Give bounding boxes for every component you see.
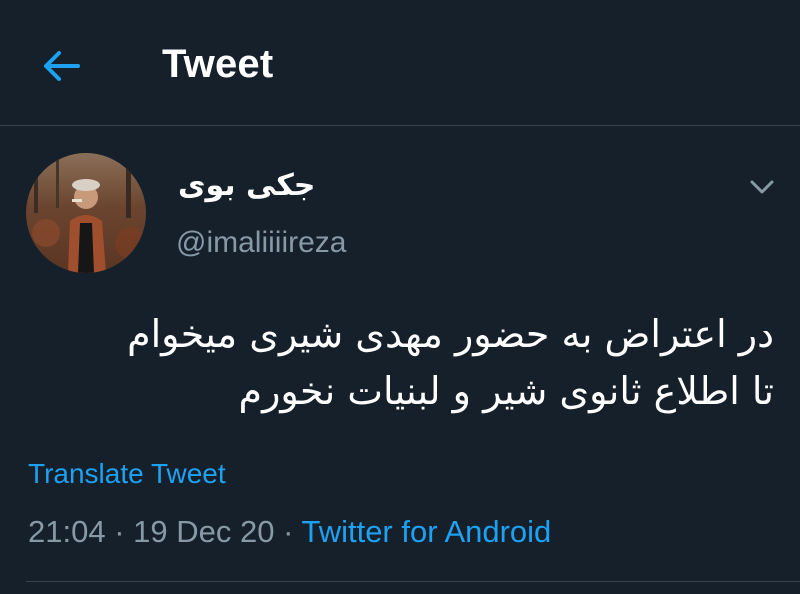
- meta-separator: ·: [105, 514, 134, 549]
- author-display-name[interactable]: جکی بوی: [178, 168, 315, 203]
- tweet-text-line: تا اطلاع ثانوی شیر و لبنیات نخورم: [238, 369, 774, 413]
- avatar-photo: [26, 153, 146, 273]
- page-title: Tweet: [162, 42, 274, 86]
- tweet-metadata: 21:04 · 19 Dec 20 · Twitter for Android: [28, 514, 551, 550]
- tweet-detail-screen: Tweet جکی بوی @imaliiiireza در اعتراض به…: [0, 0, 800, 594]
- tweet-time: 21:04: [28, 514, 106, 549]
- top-bar: Tweet: [0, 0, 800, 126]
- meta-separator: ·: [274, 514, 302, 549]
- tweet-text: در اعتراض به حضور مهدی شیری میخوام تا اط…: [24, 306, 774, 420]
- tweet-text-line: در اعتراض به حضور مهدی شیری میخوام: [127, 312, 774, 356]
- divider: [26, 581, 800, 582]
- translate-tweet-link[interactable]: Translate Tweet: [28, 458, 226, 490]
- back-button[interactable]: [36, 44, 88, 88]
- more-options-button[interactable]: [742, 170, 782, 204]
- chevron-down-icon: [750, 180, 774, 194]
- tweet-source-link[interactable]: Twitter for Android: [301, 514, 551, 549]
- avatar[interactable]: [26, 153, 146, 273]
- tweet-date: 19 Dec 20: [133, 514, 275, 549]
- arrow-left-icon: [44, 51, 80, 81]
- author-handle[interactable]: @imaliiiireza: [176, 226, 346, 260]
